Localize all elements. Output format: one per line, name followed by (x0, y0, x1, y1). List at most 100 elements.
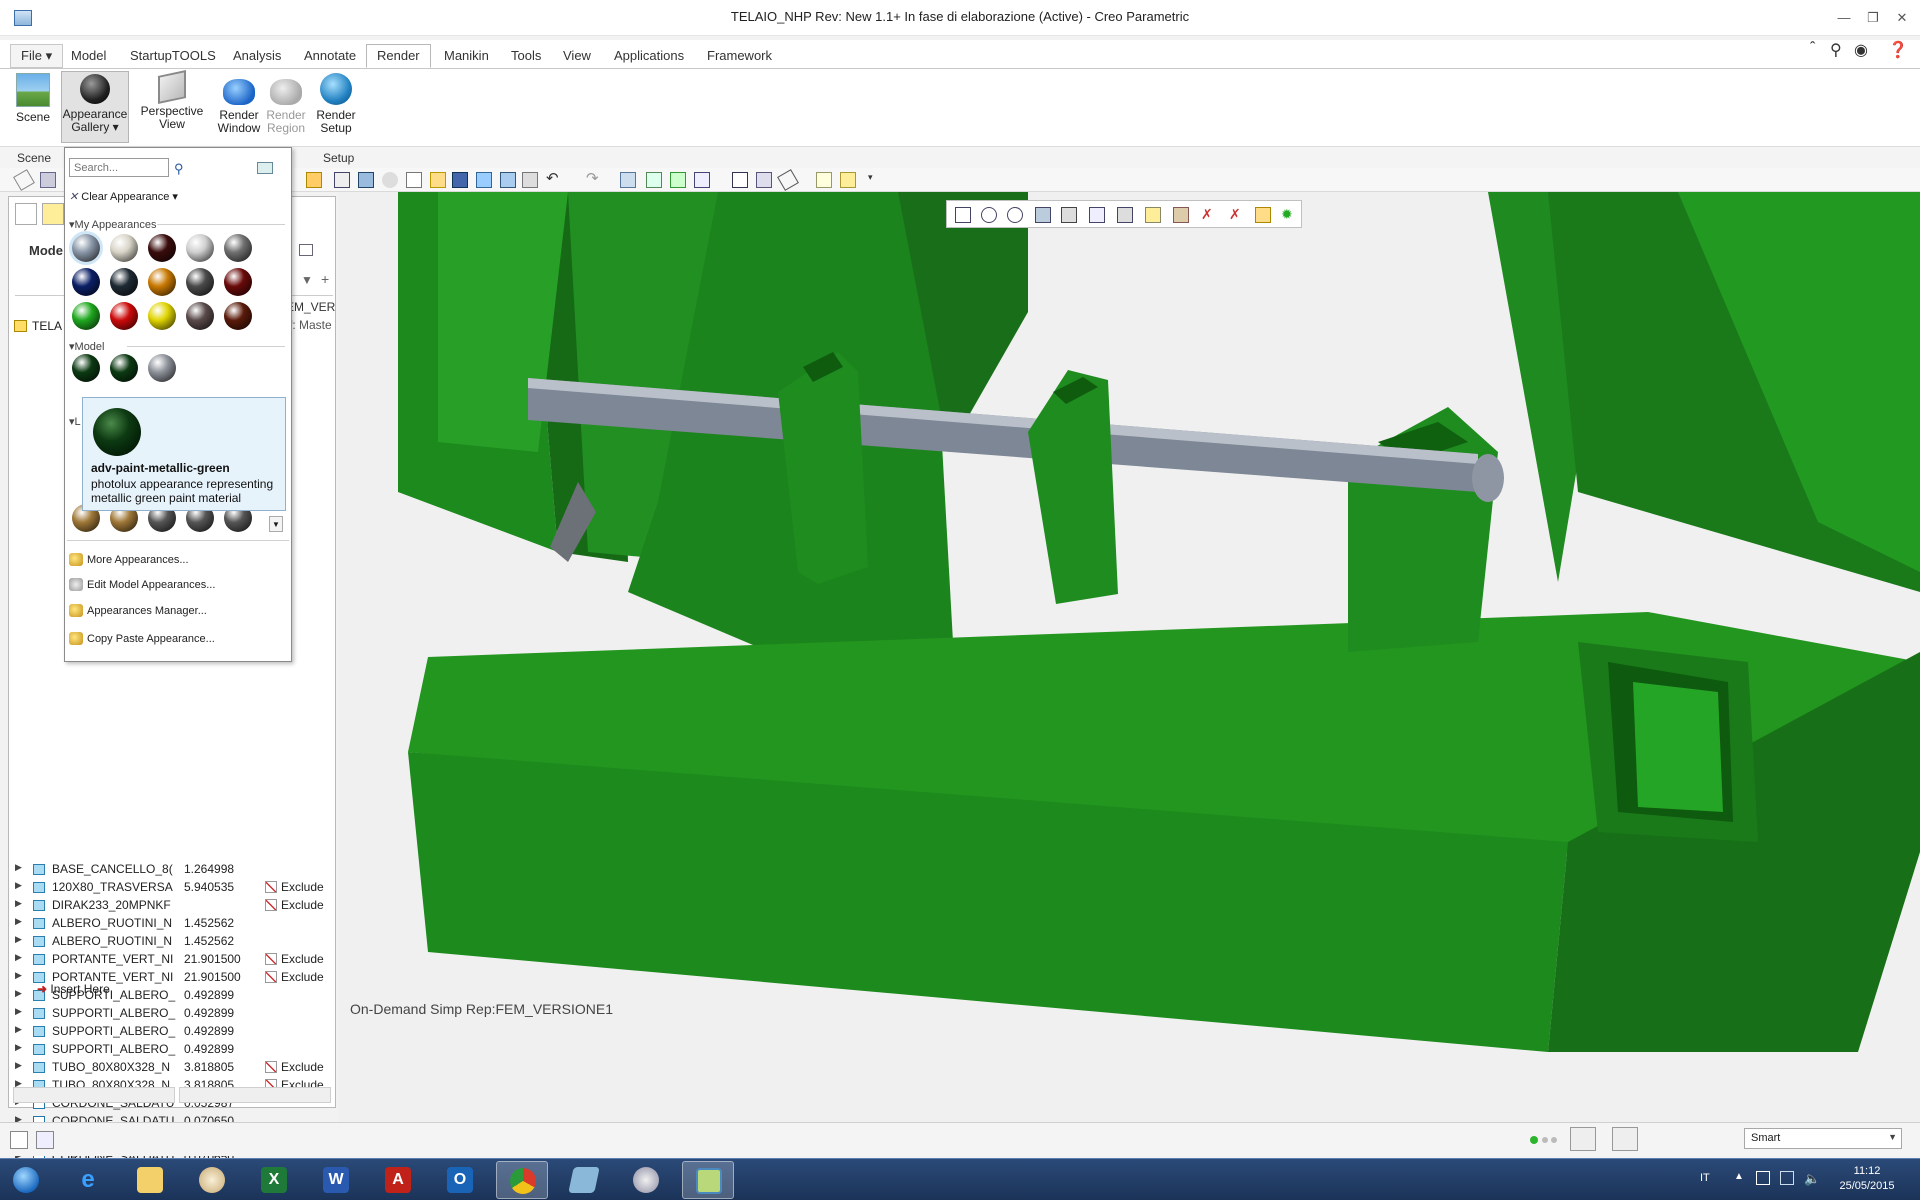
community-icon[interactable]: ◉ (1854, 40, 1868, 60)
collapse-ribbon-icon[interactable]: ˆ (1810, 40, 1815, 58)
repaint-icon[interactable] (1035, 207, 1051, 223)
spin-center-icon[interactable]: ✹ (1281, 207, 1297, 223)
appearance-swatch[interactable] (110, 302, 138, 330)
tab-startuptools[interactable]: StartupTOOLS (119, 44, 227, 68)
find-icon[interactable] (1570, 1127, 1596, 1151)
expand-arrow-icon[interactable]: ▶ (15, 952, 22, 963)
model-3d-view[interactable] (338, 192, 1920, 1122)
expand-arrow-icon[interactable]: ▶ (15, 898, 22, 909)
gallery-view-options-icon[interactable] (257, 162, 273, 174)
appearance-search-input[interactable] (69, 158, 169, 177)
perspective-view-button[interactable]: Perspective View (140, 70, 204, 131)
save-icon[interactable] (452, 172, 468, 188)
appearance-swatch[interactable] (186, 268, 214, 296)
expand-arrow-icon[interactable]: ▶ (15, 862, 22, 873)
tree-row[interactable]: ▶ 120X80_TRASVERSA 5.940535 Exclude (9, 879, 335, 897)
appearance-swatch[interactable] (224, 234, 252, 262)
datum-axes-icon[interactable]: ✗ (1201, 207, 1217, 223)
expand-arrow-icon[interactable]: ▶ (15, 1060, 22, 1071)
tree-hscroll-left[interactable] (13, 1087, 175, 1103)
minimize-icon[interactable]: — (1829, 8, 1859, 28)
appearance-swatch[interactable] (110, 268, 138, 296)
tray-volume-icon[interactable]: 🔈 (1804, 1171, 1820, 1187)
expand-arrow-icon[interactable]: ▶ (15, 1024, 22, 1035)
taskbar-explorer[interactable] (124, 1161, 176, 1199)
expand-arrow-icon[interactable]: ▶ (15, 988, 22, 999)
datum-points-icon[interactable]: ✗ (1229, 207, 1245, 223)
appearance-swatch[interactable] (186, 302, 214, 330)
tab-analysis[interactable]: Analysis (222, 44, 292, 68)
pencil-icon[interactable] (840, 172, 856, 188)
zoom-in-icon[interactable] (981, 207, 997, 223)
clear-appearance-button[interactable]: ✕ Clear Appearance ▾ (69, 190, 178, 203)
refit-icon[interactable] (955, 207, 971, 223)
taskbar-outlook[interactable]: O (434, 1161, 486, 1199)
tree-row[interactable]: ▶ DIRAK233_20MPNKF Exclude (9, 897, 335, 915)
selection-filter-select[interactable]: Smart ▼ (1744, 1128, 1902, 1149)
appearance-swatch[interactable] (148, 302, 176, 330)
expand-arrow-icon[interactable]: ▶ (15, 970, 22, 981)
taskbar-app[interactable] (620, 1161, 672, 1199)
taskbar-acrobat[interactable]: A (372, 1161, 424, 1199)
tray-language[interactable]: IT (1700, 1172, 1710, 1184)
tray-flag-icon[interactable] (1756, 1171, 1770, 1185)
search-icon[interactable]: ⚲ (174, 161, 184, 177)
tab-framework[interactable]: Framework (696, 44, 783, 68)
view-manager-icon[interactable] (670, 172, 686, 188)
more-appearances-item[interactable]: More Appearances... (69, 553, 189, 566)
folder-tab-icon[interactable] (42, 203, 64, 225)
appearances-manager-item[interactable]: Appearances Manager... (69, 604, 207, 617)
appearance-swatch[interactable] (148, 268, 176, 296)
tab-file[interactable]: File ▾ (10, 44, 64, 68)
tree-row[interactable]: ▶ ALBERO_RUOTINI_N 1.452562 (9, 915, 335, 933)
library-expand-icon[interactable]: ▼ (269, 516, 283, 532)
tree-hscroll-right[interactable] (179, 1087, 331, 1103)
coordinate-system-icon[interactable] (1255, 207, 1271, 223)
undo-icon[interactable]: ↶ (546, 171, 562, 188)
tree-root-label[interactable]: TELA (32, 319, 62, 333)
my-appearances-header[interactable]: ▾My Appearances (69, 218, 156, 231)
browser-toggle-icon[interactable] (36, 1131, 54, 1149)
tab-tools[interactable]: Tools (500, 44, 552, 68)
ruler-icon[interactable] (777, 169, 799, 191)
help-icon[interactable]: ❓ (1888, 40, 1908, 60)
measure-icon[interactable] (13, 169, 35, 191)
edit-model-appearances-item[interactable]: Edit Model Appearances... (69, 578, 215, 591)
datum-planes-icon[interactable] (1173, 207, 1189, 223)
perspective-toggle-icon[interactable] (1145, 207, 1161, 223)
tab-model[interactable]: Model (60, 44, 117, 68)
taskbar-creo[interactable] (682, 1161, 734, 1199)
new-icon[interactable] (406, 172, 422, 188)
model-appearance-swatch[interactable] (148, 354, 176, 382)
appearance-swatch[interactable] (224, 302, 252, 330)
tree-row[interactable]: ▶ ALBERO_RUOTINI_N 1.452562 (9, 933, 335, 951)
tray-clock[interactable]: 11:12 25/05/2015 (1832, 1164, 1902, 1194)
close-icon[interactable]: ✕ (1887, 8, 1917, 28)
taskbar-ie[interactable]: e (62, 1161, 114, 1199)
filter-icon[interactable]: ▼ (301, 273, 313, 287)
tab-view[interactable]: View (552, 44, 602, 68)
insert-here-row[interactable]: ➜ Insert Here (37, 982, 110, 996)
display-style-view-icon[interactable] (1061, 207, 1077, 223)
start-button[interactable] (0, 1161, 52, 1199)
feature-icon[interactable] (334, 172, 350, 188)
show-columns-icon[interactable] (299, 244, 313, 256)
expand-arrow-icon[interactable]: ▶ (15, 934, 22, 945)
tray-network-icon[interactable] (1780, 1171, 1794, 1185)
expand-arrow-icon[interactable]: ▶ (15, 1042, 22, 1053)
selection-box-icon[interactable] (1612, 1127, 1638, 1151)
navigator-toggle-icon[interactable] (10, 1131, 28, 1149)
tray-expand-icon[interactable]: ▲ (1734, 1171, 1744, 1182)
saved-orientations-icon[interactable] (1089, 207, 1105, 223)
taskbar-chrome[interactable] (496, 1161, 548, 1199)
windows-icon[interactable] (500, 172, 516, 188)
tree-row[interactable]: ▶ SUPPORTI_ALBERO_ 0.492899 (9, 1005, 335, 1023)
appearance-swatch[interactable] (110, 234, 138, 262)
render-setup-button[interactable]: Render Setup (313, 71, 359, 135)
copy-paste-appearance-item[interactable]: Copy Paste Appearance... (69, 632, 215, 645)
appearance-gallery-button[interactable]: Appearance Gallery ▾ (61, 71, 129, 143)
expand-arrow-icon[interactable]: ▶ (15, 916, 22, 927)
zoom-out-icon[interactable] (1007, 207, 1023, 223)
open-icon[interactable] (306, 172, 322, 188)
appearance-swatch[interactable] (224, 268, 252, 296)
